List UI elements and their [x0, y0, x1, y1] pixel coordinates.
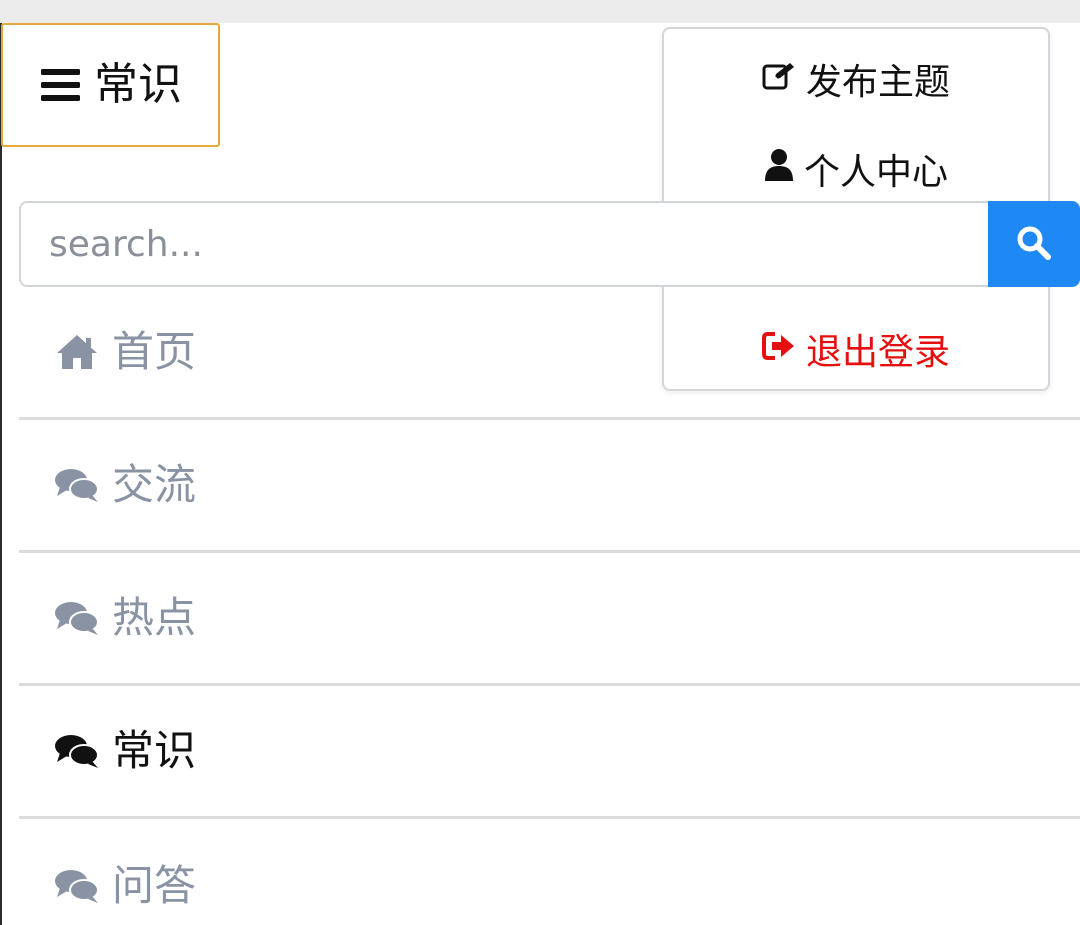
- nav-item-qa[interactable]: 问答: [19, 819, 1080, 925]
- hamburger-icon: [41, 69, 80, 101]
- user-icon: [764, 148, 794, 191]
- comments-icon: [54, 465, 100, 505]
- sign-out-icon: [761, 329, 796, 370]
- comments-icon: [54, 866, 100, 906]
- post-topic-menu-item[interactable]: 发布主题: [664, 49, 1048, 109]
- nav-item-exchange[interactable]: 交流: [19, 420, 1080, 553]
- edit-icon: [762, 59, 796, 100]
- logout-label: 退出登录: [805, 332, 950, 373]
- menu-toggle-button[interactable]: 常识: [1, 23, 220, 147]
- profile-menu-item[interactable]: 个人中心: [664, 139, 1048, 199]
- search-input[interactable]: [19, 201, 989, 287]
- search-icon: [1016, 225, 1052, 264]
- nav-item-knowledge[interactable]: 常识: [19, 686, 1080, 819]
- search-bar: [19, 201, 1080, 287]
- nav-item-hot[interactable]: 热点: [19, 553, 1080, 686]
- nav-item-label: 首页: [112, 327, 197, 376]
- status-bar: [0, 0, 1080, 23]
- app-page: 常识 首页 交流 热点 常识 问答 发布主题 个人中心 退出登录 search.…: [0, 0, 1080, 925]
- nav-item-label: 热点: [112, 593, 197, 642]
- window-edge: [0, 23, 2, 925]
- home-icon: [54, 332, 100, 372]
- logout-menu-item[interactable]: 退出登录: [664, 319, 1048, 379]
- comments-icon: [54, 598, 100, 638]
- nav-item-label: 交流: [112, 460, 197, 509]
- menu-toggle-label: 常识: [94, 59, 182, 110]
- post-topic-label: 发布主题: [805, 62, 950, 103]
- nav-item-label: 常识: [112, 726, 197, 775]
- comments-icon: [54, 731, 100, 771]
- search-button[interactable]: [988, 201, 1080, 287]
- nav-item-label: 问答: [112, 860, 197, 910]
- profile-label: 个人中心: [803, 152, 948, 193]
